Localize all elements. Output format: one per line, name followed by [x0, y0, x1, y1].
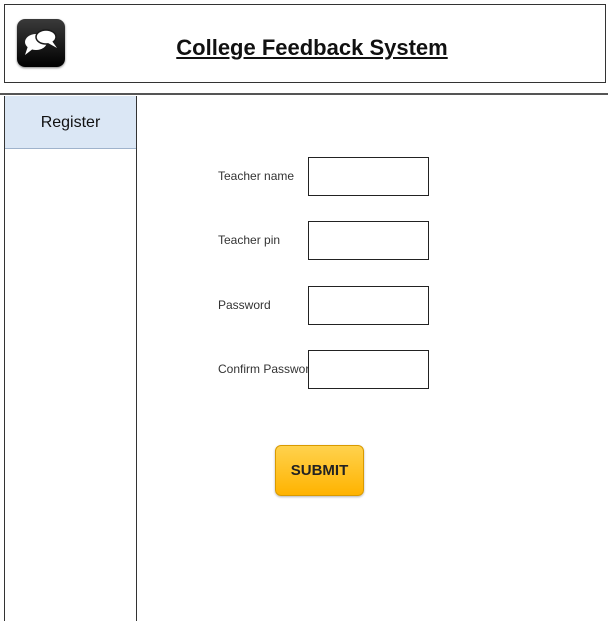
submit-button[interactable]: SUBMIT	[275, 445, 364, 496]
header: College Feedback System	[4, 4, 606, 83]
password-input[interactable]	[308, 286, 429, 325]
password-label: Password	[218, 298, 271, 312]
app-title: College Feedback System	[176, 35, 448, 60]
password-row: Password	[0, 286, 608, 326]
teacher-pin-row: Teacher pin	[0, 221, 608, 261]
header-divider	[0, 93, 608, 95]
teacher-pin-input[interactable]	[308, 221, 429, 260]
confirm-password-input[interactable]	[308, 350, 429, 389]
confirm-password-row: Confirm Password	[0, 350, 608, 390]
confirm-password-label: Confirm Password	[218, 362, 317, 376]
teacher-pin-label: Teacher pin	[218, 233, 281, 247]
page: College Feedback System Register Teacher…	[0, 0, 608, 621]
teacher-name-row: Teacher name	[0, 157, 608, 197]
teacher-name-input[interactable]	[308, 157, 429, 196]
teacher-name-label: Teacher name	[218, 169, 295, 183]
sidebar-item-register[interactable]: Register	[5, 96, 136, 149]
